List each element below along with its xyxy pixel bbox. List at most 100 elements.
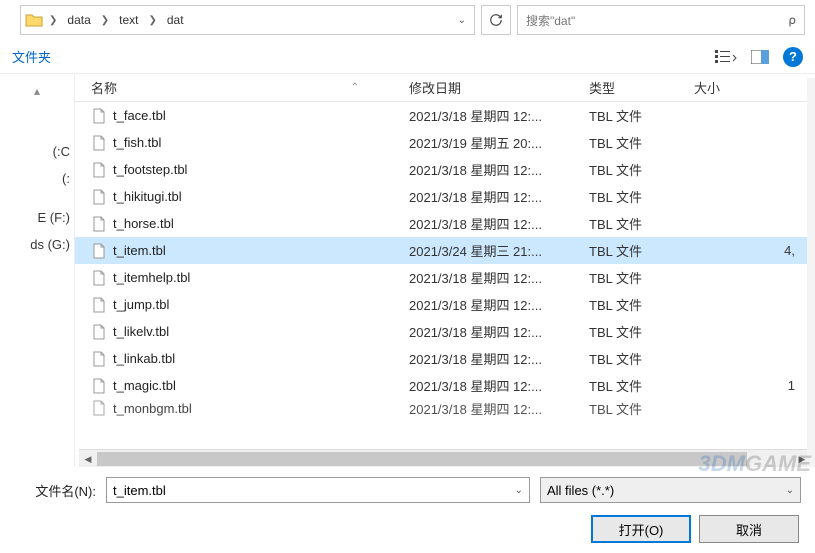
file-row[interactable]: t_monbgm.tbl2021/3/18 星期四 12:...TBL 文件 — [75, 399, 815, 417]
file-date: 2021/3/18 星期四 12:... — [409, 106, 589, 125]
header-name[interactable]: 名称⌃ — [91, 78, 409, 97]
file-date: 2021/3/18 星期四 12:... — [409, 268, 589, 287]
scrollbar-thumb[interactable] — [97, 452, 747, 466]
file-name: t_face.tbl — [113, 108, 409, 123]
sidebar-item[interactable] — [0, 114, 74, 126]
file-row[interactable]: t_item.tbl2021/3/24 星期三 21:...TBL 文件4, — [75, 237, 815, 264]
file-icon — [91, 135, 107, 151]
view-details-icon[interactable] — [715, 49, 737, 65]
header-type[interactable]: 类型 — [589, 78, 694, 97]
column-headers: 名称⌃ 修改日期 类型 大小 — [75, 74, 815, 102]
file-list: t_face.tbl2021/3/18 星期四 12:...TBL 文件t_fi… — [75, 102, 815, 449]
file-date: 2021/3/18 星期四 12:... — [409, 187, 589, 206]
open-button[interactable]: 打开(O) — [591, 515, 691, 543]
file-date: 2021/3/18 星期四 12:... — [409, 349, 589, 368]
file-date: 2021/3/18 星期四 12:... — [409, 376, 589, 395]
file-type: TBL 文件 — [589, 106, 694, 125]
file-icon — [91, 216, 107, 232]
crumb-0[interactable]: data — [63, 13, 94, 27]
file-date: 2021/3/18 星期四 12:... — [409, 295, 589, 314]
sidebar-item[interactable] — [0, 126, 74, 138]
file-type: TBL 文件 — [589, 133, 694, 152]
file-row[interactable]: t_jump.tbl2021/3/18 星期四 12:...TBL 文件 — [75, 291, 815, 318]
sidebar-item[interactable]: ds (G:) — [0, 231, 74, 258]
filter-dropdown[interactable]: All files (*.*) ⌄ — [540, 477, 801, 503]
file-name: t_monbgm.tbl — [113, 401, 409, 416]
file-type: TBL 文件 — [589, 160, 694, 179]
scroll-up-icon[interactable]: ▴ — [0, 80, 74, 102]
file-row[interactable]: t_face.tbl2021/3/18 星期四 12:...TBL 文件 — [75, 102, 815, 129]
horizontal-scrollbar[interactable]: ◀ ▶ — [79, 449, 811, 467]
file-icon — [91, 189, 107, 205]
file-icon — [91, 297, 107, 313]
file-row[interactable]: t_likelv.tbl2021/3/18 星期四 12:...TBL 文件 — [75, 318, 815, 345]
file-type: TBL 文件 — [589, 322, 694, 341]
refresh-button[interactable] — [481, 5, 511, 35]
chevron-right-icon: ❯ — [99, 15, 111, 26]
file-date: 2021/3/18 星期四 12:... — [409, 399, 589, 417]
search-placeholder: 搜索"dat" — [526, 12, 575, 29]
chevron-right-icon: ❯ — [146, 15, 158, 26]
file-size: 1 — [694, 378, 815, 393]
crumb-2[interactable]: dat — [163, 13, 188, 27]
file-date: 2021/3/18 星期四 12:... — [409, 160, 589, 179]
sidebar-item[interactable] — [0, 102, 74, 114]
file-icon — [91, 162, 107, 178]
file-date: 2021/3/24 星期三 21:... — [409, 241, 589, 260]
file-icon — [91, 400, 107, 416]
file-row[interactable]: t_footstep.tbl2021/3/18 星期四 12:...TBL 文件 — [75, 156, 815, 183]
file-icon — [91, 243, 107, 259]
cancel-button[interactable]: 取消 — [699, 515, 799, 543]
file-name: t_footstep.tbl — [113, 162, 409, 177]
sidebar-item[interactable] — [0, 192, 74, 204]
file-date: 2021/3/18 星期四 12:... — [409, 214, 589, 233]
sidebar-item[interactable]: C:) — [0, 138, 74, 165]
vertical-scrollbar[interactable] — [807, 78, 815, 467]
file-name: t_horse.tbl — [113, 216, 409, 231]
search-input[interactable]: 搜索"dat" ⍴ — [517, 5, 805, 35]
file-icon — [91, 324, 107, 340]
file-name: t_linkab.tbl — [113, 351, 409, 366]
header-size[interactable]: 大小 — [694, 78, 815, 97]
folder-icon — [25, 12, 43, 28]
file-row[interactable]: t_fish.tbl2021/3/19 星期五 20:...TBL 文件 — [75, 129, 815, 156]
file-icon — [91, 351, 107, 367]
file-type: TBL 文件 — [589, 187, 694, 206]
file-type: TBL 文件 — [589, 268, 694, 287]
file-name: t_likelv.tbl — [113, 324, 409, 339]
breadcrumb[interactable]: ❯ data ❯ text ❯ dat ⌄ — [20, 5, 475, 35]
sidebar: ▴ C:):) E (F:)ds (G:) — [0, 74, 75, 467]
file-type: TBL 文件 — [589, 376, 694, 395]
file-size: 4, — [694, 243, 815, 258]
file-row[interactable]: t_magic.tbl2021/3/18 星期四 12:...TBL 文件1 — [75, 372, 815, 399]
search-icon: ⍴ — [788, 13, 796, 27]
file-icon — [91, 270, 107, 286]
file-type: TBL 文件 — [589, 349, 694, 368]
crumb-1[interactable]: text — [115, 13, 142, 27]
folder-label[interactable]: 文件夹 — [12, 47, 51, 66]
file-date: 2021/3/19 星期五 20:... — [409, 133, 589, 152]
file-row[interactable]: t_hikitugi.tbl2021/3/18 星期四 12:...TBL 文件 — [75, 183, 815, 210]
file-name: t_jump.tbl — [113, 297, 409, 312]
file-row[interactable]: t_linkab.tbl2021/3/18 星期四 12:...TBL 文件 — [75, 345, 815, 372]
file-row[interactable]: t_horse.tbl2021/3/18 星期四 12:...TBL 文件 — [75, 210, 815, 237]
file-name: t_item.tbl — [113, 243, 409, 258]
chevron-down-icon[interactable]: ⌄ — [458, 15, 466, 26]
header-date[interactable]: 修改日期 — [409, 78, 589, 97]
sidebar-item[interactable]: E (F:) — [0, 204, 74, 231]
file-name: t_fish.tbl — [113, 135, 409, 150]
scroll-left-icon[interactable]: ◀ — [79, 450, 97, 467]
file-icon — [91, 108, 107, 124]
sort-indicator-icon: ⌃ — [351, 82, 359, 93]
chevron-down-icon[interactable]: ⌄ — [515, 485, 523, 496]
sidebar-item[interactable]: :) — [0, 165, 74, 192]
help-icon[interactable]: ? — [783, 47, 803, 67]
file-date: 2021/3/18 星期四 12:... — [409, 322, 589, 341]
view-preview-icon[interactable] — [751, 50, 769, 64]
file-name: t_magic.tbl — [113, 378, 409, 393]
file-type: TBL 文件 — [589, 295, 694, 314]
file-row[interactable]: t_itemhelp.tbl2021/3/18 星期四 12:...TBL 文件 — [75, 264, 815, 291]
filename-input[interactable]: t_item.tbl ⌄ — [106, 477, 530, 503]
filename-label: 文件名(N): — [14, 481, 96, 500]
chevron-down-icon[interactable]: ⌄ — [786, 485, 794, 496]
